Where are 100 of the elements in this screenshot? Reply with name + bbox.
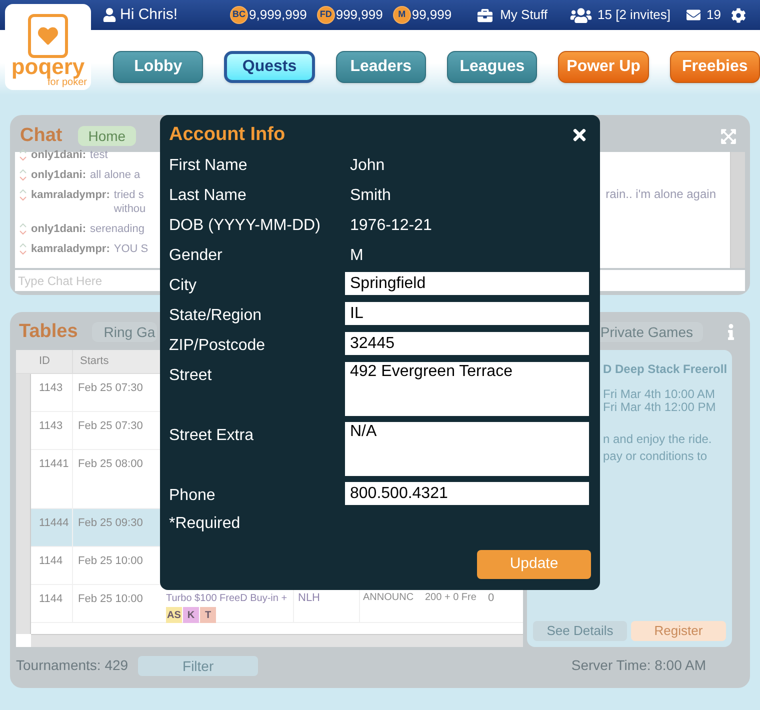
- table-cell: 1144: [31, 547, 73, 584]
- table-row[interactable]: 1144 Feb 25 10:00 Turbo $100 FreeD Buy-in + AS K T NLH ANNOUNC 200 + 0 Fre 0: [31, 585, 523, 623]
- chat-username: only1dani:: [31, 168, 86, 182]
- field-label: DOB (YYYY-MM-DD): [169, 216, 322, 236]
- table-tab[interactable]: Ring Ga: [92, 322, 158, 342]
- coin-icon: BC: [230, 6, 248, 24]
- field-label: Street: [169, 366, 213, 386]
- chat-username: kamraladympr:: [31, 242, 110, 256]
- greeting: Hi Chris!: [120, 4, 179, 25]
- input-field[interactable]: 800.500.4321: [345, 482, 589, 505]
- chat-tab[interactable]: Home: [78, 126, 136, 146]
- field-label: Street Extra: [169, 426, 254, 446]
- field-label: State/Region: [169, 306, 263, 326]
- currency-amount: 99,999: [412, 6, 452, 24]
- chat-message: test: [90, 148, 108, 162]
- vote-icon[interactable]: [19, 149, 27, 161]
- required-note: *Required: [169, 514, 242, 534]
- chat-message: serenading: [90, 222, 144, 236]
- tournament-description: pay or conditions to: [603, 448, 708, 465]
- chat-message: all alone a: [90, 168, 140, 182]
- server-time: Server Time: 8:00 AM: [571, 656, 706, 675]
- table-cell-text: Feb 25 07:30: [77, 419, 144, 434]
- scrollbar[interactable]: [730, 152, 745, 268]
- info-icon[interactable]: [727, 324, 735, 340]
- input-field[interactable]: Springfield: [345, 272, 589, 295]
- table-cell-text: Feb 25 07:30: [77, 381, 144, 396]
- tournament-title: D Deep Stack Freeroll: [603, 361, 728, 378]
- logo-tagline: for poker: [48, 78, 87, 88]
- text-area[interactable]: N/A: [345, 422, 589, 476]
- scrollbar[interactable]: [16, 374, 31, 634]
- friends-count[interactable]: 15 [2 invites]: [598, 5, 671, 25]
- table-cell-text: 200 + 0 Fre: [424, 591, 478, 605]
- chat-message: tried s: [114, 188, 145, 202]
- nav-tab[interactable]: Leaders: [336, 50, 426, 82]
- heart-icon: [37, 26, 59, 46]
- field-value: John: [349, 156, 385, 176]
- table-cell: 11444: [31, 509, 73, 546]
- table-cell-text: Feb 25 08:00: [77, 457, 144, 472]
- user-icon: [103, 8, 116, 22]
- close-icon[interactable]: [571, 126, 588, 144]
- currency-amount: 9,999,999: [249, 6, 307, 24]
- chat-message: withou: [114, 202, 146, 216]
- table-cell: 1144: [31, 585, 73, 622]
- tag: T: [200, 607, 216, 623]
- vote-icon[interactable]: [19, 243, 27, 255]
- tournament-time: Fri Mar 4th 12:00 PM: [603, 401, 717, 414]
- filter-button[interactable]: Filter: [138, 656, 258, 676]
- nav-tab[interactable]: Freebies: [670, 50, 760, 82]
- card-button[interactable]: Register: [631, 621, 726, 641]
- message-count[interactable]: 19: [706, 5, 721, 25]
- input-field[interactable]: 32445: [345, 332, 589, 355]
- chat-title: Chat: [20, 124, 62, 148]
- text-area[interactable]: 492 Evergreen Terrace: [345, 362, 589, 416]
- tournament-description: n and enjoy the ride.: [603, 431, 713, 448]
- chat-message: rain.. i'm alone again: [606, 186, 716, 203]
- currency-amount: 999,999: [336, 6, 383, 24]
- coin-icon: M: [392, 6, 411, 24]
- table-cell-text: Feb 25 10:00: [77, 554, 144, 569]
- dialog-title: Account Info: [169, 122, 286, 147]
- card-button[interactable]: See Details: [533, 621, 627, 641]
- people-icon[interactable]: [568, 6, 593, 24]
- field-label: ZIP/Postcode: [169, 336, 266, 356]
- field-label: Phone: [169, 486, 216, 506]
- expand-icon[interactable]: [720, 128, 737, 144]
- column-header: ID: [16, 350, 73, 373]
- my-stuff-link[interactable]: My Stuff: [500, 5, 548, 25]
- settings-icon[interactable]: [731, 8, 746, 22]
- tournament-time: Fri Mar 4th 10:00 AM: [603, 388, 716, 401]
- field-label: City: [169, 276, 198, 296]
- chat-message: YOU S: [114, 242, 148, 256]
- nav-tab[interactable]: Lobby: [113, 50, 204, 82]
- envelope-icon[interactable]: [684, 8, 702, 22]
- column-header: Starts: [79, 354, 110, 370]
- chat-username: only1dani:: [31, 222, 86, 236]
- nav-tab[interactable]: Quests: [224, 50, 315, 82]
- briefcase-icon[interactable]: [476, 8, 494, 22]
- vote-icon[interactable]: [19, 223, 27, 235]
- tag: K: [183, 607, 199, 623]
- tables-title: Tables: [19, 320, 78, 344]
- table-cell-text: Feb 25 10:00: [77, 592, 144, 607]
- vote-icon[interactable]: [19, 189, 27, 201]
- tournament-count: Tournaments: 429: [16, 656, 128, 675]
- logo-name: poqery: [11, 56, 85, 78]
- table-cell-text: Turbo $100 FreeD Buy-in +: [166, 592, 288, 606]
- table-cell-text: Feb 25 09:30: [77, 516, 144, 531]
- coin-icon: FD: [316, 6, 335, 24]
- field-label: Last Name: [169, 186, 248, 206]
- tag: AS: [166, 607, 182, 623]
- scrollbar[interactable]: [31, 634, 523, 647]
- input-field[interactable]: IL: [345, 302, 589, 325]
- field-label: Gender: [169, 246, 224, 266]
- vote-icon[interactable]: [19, 169, 27, 181]
- nav-tab[interactable]: Leagues: [447, 50, 538, 82]
- nav-tab[interactable]: Power Up: [558, 50, 649, 82]
- field-value: 1976-12-21: [349, 216, 432, 236]
- field-label: First Name: [169, 156, 248, 176]
- table-cell: 11441: [31, 450, 73, 508]
- chat-username: only1dani:: [31, 148, 86, 162]
- chat-username: kamraladympr:: [31, 188, 110, 202]
- update-button[interactable]: Update: [477, 550, 591, 579]
